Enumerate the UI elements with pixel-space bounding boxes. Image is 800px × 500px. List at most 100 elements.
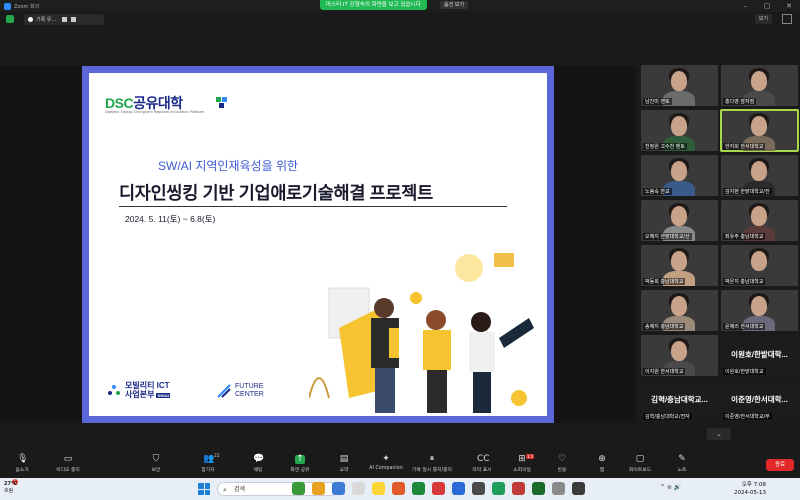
future-line1: FUTURE — [235, 383, 264, 390]
windows-taskbar: 1 27°C 흐림 ⌕ 검색 ^ ≋ 🔊 오후 7:08 2024-05-13 — [0, 478, 800, 500]
participant-name: 남진미 멘토 — [643, 98, 672, 105]
participant-tile[interactable]: 천정원 고수천 멘토 — [641, 110, 718, 151]
taskbar-app-icon[interactable] — [532, 482, 545, 495]
record-button[interactable]: ⏸ 기록 일시 중지/중지 — [410, 455, 454, 474]
captions-button[interactable]: CC 자막 표시 — [460, 455, 504, 474]
notes-button[interactable]: ✎ 노트 — [660, 454, 704, 474]
participant-tile[interactable]: 노봉숙 한교 — [641, 155, 718, 196]
breakout-button[interactable]: ⊞ 1:1 소회의실 — [500, 454, 544, 473]
toolbar-label: 채팅 — [253, 468, 263, 473]
taskbar-app-icon[interactable] — [472, 482, 485, 495]
gallery-view-icon[interactable] — [782, 14, 792, 24]
zoom-window: Zoom 회의 마스터 IT 강형숙의 화면을 보고 있습니다 옵션 보기 – … — [0, 0, 800, 500]
participant-name: 최유주 충남대학교 — [723, 233, 766, 240]
taskbar-app-icon[interactable] — [552, 482, 565, 495]
participant-video — [671, 71, 687, 91]
future-center-logo: FUTURE CENTER — [217, 383, 264, 399]
minimize-icon[interactable]: – — [734, 0, 756, 12]
view-button[interactable]: 보기 — [754, 14, 772, 24]
toolbar-label: 반응 — [557, 468, 567, 473]
participant-tile[interactable]: 박동희 충남대학교 — [641, 245, 718, 286]
mobility-line2: 사업본부 — [125, 390, 155, 399]
meeting-info-bar: 기록 유... — [0, 12, 800, 26]
taskbar-app-icon[interactable] — [292, 482, 305, 495]
taskbar-app-icon[interactable] — [412, 482, 425, 495]
participant-tile[interactable]: 최유주 충남대학교 — [721, 200, 798, 241]
slide-title: 디자인씽킹 기반 기업애로기술해결 프로젝트 — [119, 183, 433, 203]
video-button[interactable]: ▭ 비디오 중지 — [46, 455, 90, 474]
participant-tile[interactable]: 이원호/한밭대학... 이원호/한밭대학교 — [721, 335, 798, 376]
taskbar-app-icon[interactable] — [452, 482, 465, 495]
pause-recording-icon[interactable] — [62, 16, 68, 22]
start-menu-icon[interactable] — [198, 483, 210, 495]
participant-name: 이원호/한밭대학교 — [723, 368, 766, 375]
future-line2: CENTER — [235, 391, 264, 398]
share-screen-button[interactable]: ↑ 화면 공유 — [278, 455, 322, 474]
participant-tile[interactable]: 홍다영 잠자점 — [721, 65, 798, 106]
view-options-button[interactable]: 옵션 보기 — [440, 1, 468, 9]
weather-condition: 흐림 — [4, 488, 14, 494]
participant-video — [751, 71, 767, 91]
participant-video — [671, 116, 687, 136]
maximize-icon[interactable]: ▢ — [756, 0, 778, 12]
taskbar-app-icon[interactable] — [352, 482, 365, 495]
taskbar-app-icon[interactable] — [572, 482, 585, 495]
participant-tile[interactable]: 박은지 충남대학교 — [721, 245, 798, 286]
ai-companion-button[interactable]: ✦ AI Companion — [364, 455, 408, 472]
participant-name: 한지희 한서대학교 — [723, 143, 766, 150]
participant-video — [751, 251, 767, 271]
search-placeholder: 검색 — [234, 486, 246, 493]
participant-count: 22 — [214, 454, 220, 459]
slide-content: DSC공유대학 Daejeon Sejong Chungnam Regional… — [89, 73, 547, 416]
taskbar-app-icon[interactable] — [512, 482, 525, 495]
taskbar-app-icon[interactable] — [312, 482, 325, 495]
taskbar-app-icon[interactable] — [492, 482, 505, 495]
shield-button[interactable]: ⛉ 보안 — [134, 455, 178, 474]
participants-button[interactable]: 👥 22 참가자 — [186, 454, 230, 473]
system-tray[interactable]: ^ ≋ 🔊 — [660, 484, 681, 491]
mic-button[interactable]: 🎙 음소거 — [0, 455, 44, 474]
recording-indicator[interactable]: 기록 유... — [24, 13, 104, 25]
summary-button[interactable]: ▤ 요약 — [322, 455, 366, 474]
whiteboard-button[interactable]: ▢ 화이트보드 — [618, 454, 662, 474]
participant-tile[interactable]: 이준영/한서대학... 이준영/한서대학교/무 — [721, 380, 798, 421]
participant-video — [751, 296, 767, 316]
taskbar-app-icon[interactable] — [332, 482, 345, 495]
chat-button[interactable]: 💬 채팅 — [236, 455, 280, 474]
participant-tile[interactable]: 윤혜리 한서대학교 — [721, 290, 798, 331]
toolbar-label: 요약 — [339, 468, 349, 473]
notes-icon: ✎ — [678, 454, 686, 464]
reactions-button[interactable]: ♡ 반응 — [540, 455, 584, 474]
participant-tile[interactable]: 오혜지 한밭대학교/산 — [641, 200, 718, 241]
participant-tile[interactable]: 김지현 한밭대학교/전 — [721, 155, 798, 196]
participant-tile[interactable]: 김혁/충남대학교... 김혁/충남대학교/전자 — [641, 380, 718, 421]
screen-share-banner[interactable]: 마스터 IT 강형숙의 화면을 보고 있습니다 — [320, 0, 427, 10]
slide-date: 2024. 5. 11(토) ~ 6.8(토) — [125, 214, 216, 224]
toolbar-label: 자막 표시 — [472, 468, 492, 473]
taskbar-app-icon[interactable] — [392, 482, 405, 495]
stop-recording-icon[interactable] — [71, 16, 77, 22]
breakout-badge: 1:1 — [526, 454, 535, 459]
end-meeting-button[interactable]: 종료 — [766, 459, 794, 471]
participant-tile[interactable]: 남진미 멘토 — [641, 65, 718, 106]
weather-widget[interactable]: 27°C 흐림 — [4, 481, 17, 495]
shared-screen: DSC공유대학 Daejeon Sejong Chungnam Regional… — [0, 66, 636, 423]
participant-tile[interactable]: 이지원 한서대학교 — [641, 335, 718, 376]
close-icon[interactable]: ✕ — [778, 0, 800, 12]
encryption-shield-icon[interactable] — [6, 15, 14, 23]
participant-tile[interactable]: 한지희 한서대학교 — [720, 109, 799, 152]
window-controls: – ▢ ✕ — [734, 0, 800, 12]
taskbar-app-icon[interactable] — [432, 482, 445, 495]
panel-splitter[interactable] — [636, 66, 640, 423]
expand-gallery-button[interactable]: ⌄ — [707, 428, 731, 440]
whiteboard-icon: ▢ — [635, 454, 645, 464]
clock[interactable]: 오후 7:08 2024-05-13 — [734, 481, 766, 497]
taskbar-app-icon[interactable] — [372, 482, 385, 495]
clock-date: 2024-05-13 — [734, 490, 766, 496]
participant-name-large: 이준영/한서대학... — [731, 395, 788, 404]
participant-name: 김혁/충남대학교/전자 — [643, 413, 692, 420]
participant-tile[interactable]: 송예지 충남대학교 — [641, 290, 718, 331]
participant-name-large: 김혁/충남대학교... — [651, 395, 708, 404]
view-button-label: 보기 — [758, 16, 768, 22]
taskbar-apps — [292, 482, 592, 495]
